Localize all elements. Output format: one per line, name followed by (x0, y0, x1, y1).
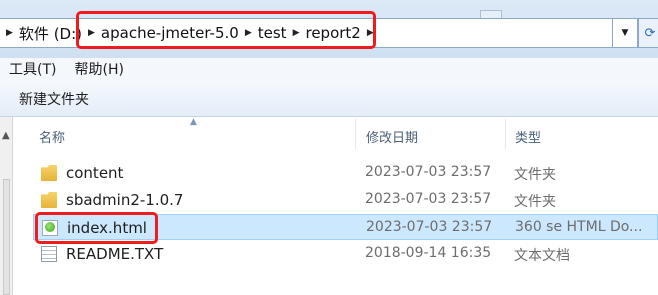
file-type: 文件夹 (514, 167, 556, 183)
file-date: 2023-07-03 23:57 (365, 164, 492, 180)
scroll-up-icon[interactable]: ▲ (2, 130, 10, 141)
file-date: 2023-07-03 23:57 (366, 219, 493, 235)
file-row[interactable]: README.TXT 2018-09-14 16:35 文本文档 (33, 241, 658, 267)
command-bar: 新建文件夹 (0, 80, 658, 117)
column-header-name[interactable]: 名称 (39, 127, 65, 146)
navigation-pane-edge: ▲ (0, 117, 13, 295)
navigation-scrollbar[interactable] (3, 179, 10, 295)
column-divider[interactable] (505, 119, 506, 149)
sort-ascending-icon: ▲ (190, 117, 197, 127)
breadcrumb-arrow-icon[interactable]: ▶ (0, 28, 19, 38)
file-type: 360 se HTML Do... (515, 219, 643, 235)
file-name: sbadmin2-1.0.7 (66, 191, 184, 209)
file-date: 2018-09-14 16:35 (365, 245, 492, 261)
file-row[interactable]: content 2023-07-03 23:57 文件夹 (33, 160, 658, 186)
refresh-icon: ⟳ (644, 25, 656, 41)
file-type: 文件夹 (514, 194, 556, 210)
new-folder-button[interactable]: 新建文件夹 (19, 89, 89, 109)
text-file-icon (41, 246, 57, 262)
menu-tools[interactable]: 工具(T) (0, 59, 65, 79)
file-name: README.TXT (66, 245, 164, 263)
menu-bar: 工具(T) 帮助(H) (0, 58, 658, 80)
file-name: content (66, 164, 124, 182)
menu-help[interactable]: 帮助(H) (65, 59, 132, 79)
column-header-type[interactable]: 类型 (515, 127, 541, 146)
address-bar-area: ▶ 软件 (D:) ▶ apache-jmeter-5.0 ▶ test ▶ r… (0, 0, 658, 58)
column-header-date[interactable]: 修改日期 (366, 127, 418, 146)
refresh-button[interactable]: ⟳ (638, 18, 658, 48)
column-headers: ▲ 名称 修改日期 类型 (13, 117, 658, 151)
file-highlight-annotation (35, 212, 158, 244)
breadcrumb-drive[interactable]: 软件 (D:) (19, 23, 82, 44)
folder-icon (41, 192, 57, 208)
breadcrumb-highlight-annotation (76, 11, 376, 49)
chevron-down-icon: ▼ (621, 28, 629, 38)
folder-icon (41, 165, 57, 181)
file-row[interactable]: sbadmin2-1.0.7 2023-07-03 23:57 文件夹 (33, 187, 658, 213)
file-date: 2023-07-03 23:57 (365, 191, 492, 207)
column-divider[interactable] (355, 119, 356, 149)
file-type: 文本文档 (514, 248, 570, 264)
address-history-dropdown[interactable]: ▼ (613, 18, 638, 48)
